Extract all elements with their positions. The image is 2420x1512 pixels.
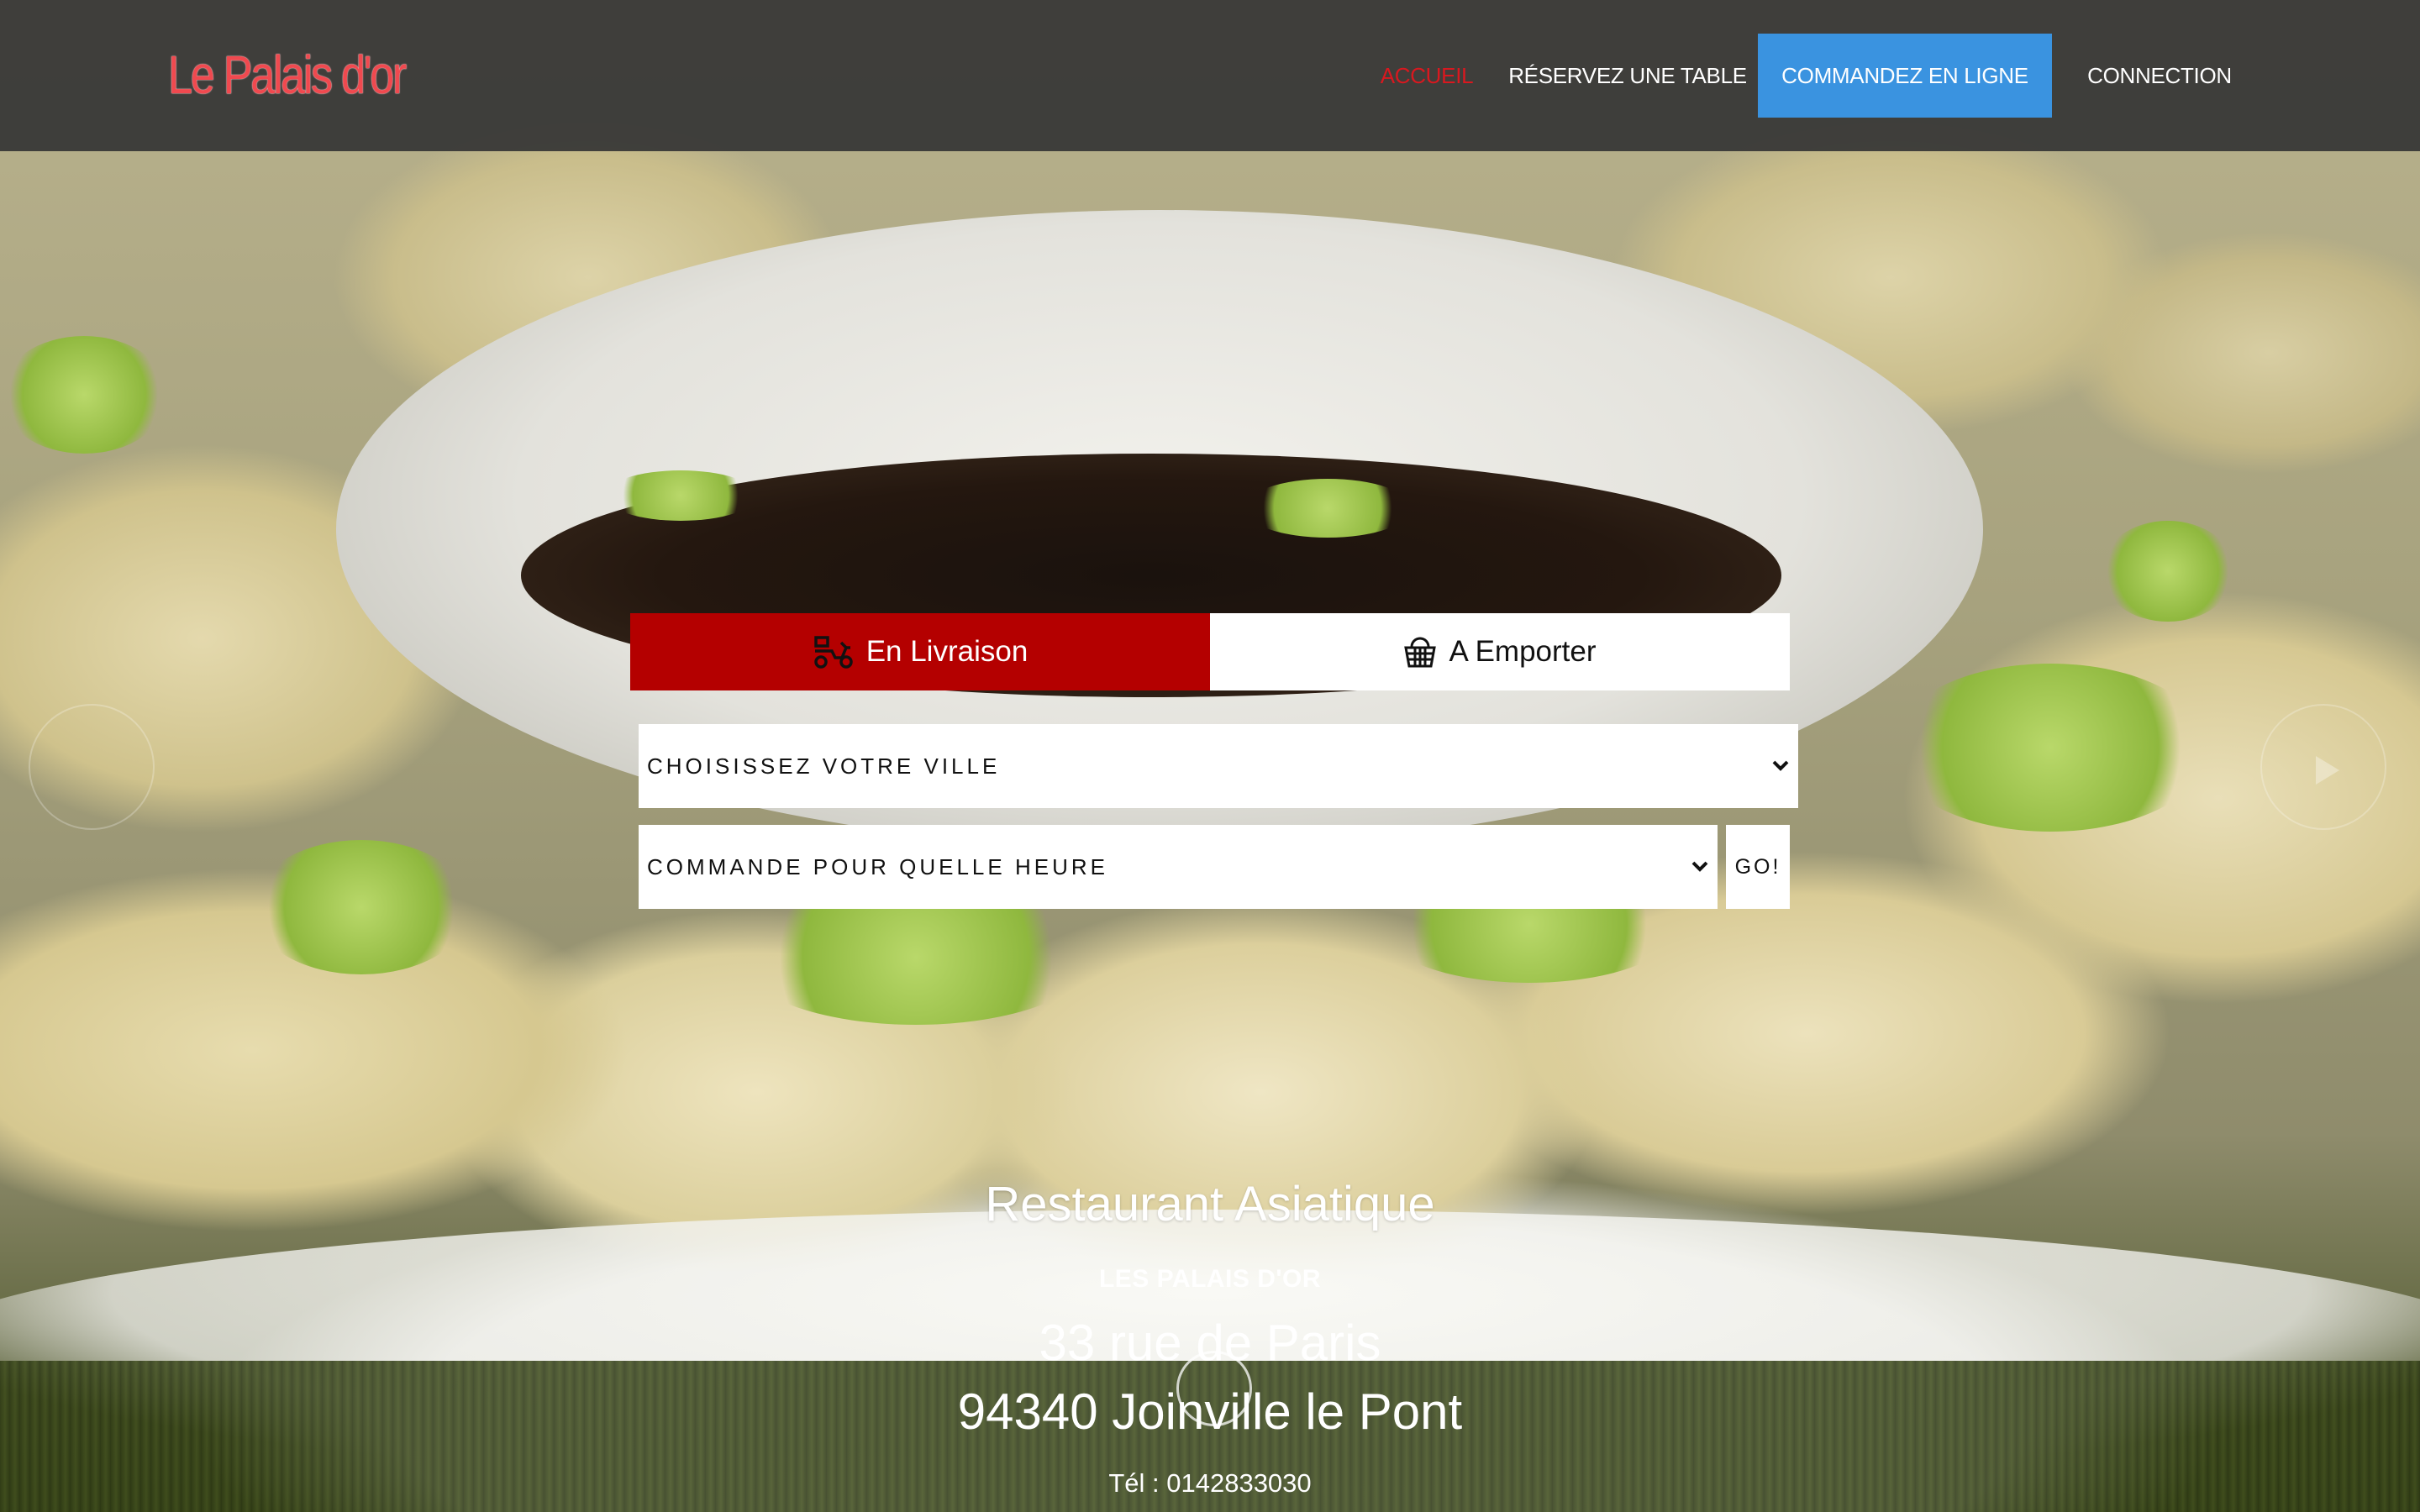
time-select[interactable]: COMMANDE POUR QUELLE HEURE <box>639 825 1718 909</box>
nav-accueil[interactable]: ACCUEIL <box>1368 34 1486 118</box>
garnish <box>0 336 168 454</box>
garnish <box>1244 479 1412 538</box>
nav-reserve-table[interactable]: RÉSERVEZ UNE TABLE <box>1489 34 1766 118</box>
city-select[interactable]: CHOISISSEZ VOTRE VILLE <box>639 724 1798 808</box>
basket-icon <box>1404 637 1437 668</box>
garnish <box>2101 521 2235 622</box>
restaurant-type-heading: Restaurant Asiatique <box>985 1177 1435 1231</box>
tab-takeaway[interactable]: A Emporter <box>1210 613 1790 690</box>
garnish <box>605 470 756 521</box>
scroll-down-indicator[interactable] <box>1176 1351 1252 1426</box>
city-select-value: CHOISISSEZ VOTRE VILLE <box>647 753 1001 779</box>
garnish <box>252 840 471 974</box>
order-mode-tabs: En Livraison A Emporter <box>630 613 1790 690</box>
time-select-value: COMMANDE POUR QUELLE HEURE <box>647 853 1108 879</box>
scooter-icon <box>813 636 853 669</box>
site-header: Le Palais d'or ACCUEIL RÉSERVEZ UNE TABL… <box>0 0 2420 151</box>
tab-delivery-label: En Livraison <box>865 635 1028 668</box>
site-logo[interactable]: Le Palais d'or <box>168 44 407 111</box>
nav-connection[interactable]: CONNECTION <box>2059 34 2260 118</box>
tab-takeaway-label: A Emporter <box>1449 635 1597 668</box>
nav-order-online-button[interactable]: COMMANDEZ EN LIGNE <box>1758 34 2052 118</box>
tab-delivery[interactable]: En Livraison <box>630 613 1210 690</box>
restaurant-phone[interactable]: Tél : 0142833030 <box>0 1468 2420 1499</box>
go-button[interactable]: GO! <box>1726 825 1790 909</box>
chevron-down-icon <box>1691 861 1708 872</box>
restaurant-name: LES PALAIS D'OR <box>1098 1265 1322 1293</box>
play-arrow-icon <box>2316 756 2339 785</box>
garnish <box>739 890 1092 1025</box>
garnish <box>1891 664 2210 832</box>
slider-prev-button[interactable] <box>29 704 155 830</box>
chevron-down-icon <box>1772 760 1789 771</box>
slider-next-button[interactable] <box>2260 704 2386 830</box>
